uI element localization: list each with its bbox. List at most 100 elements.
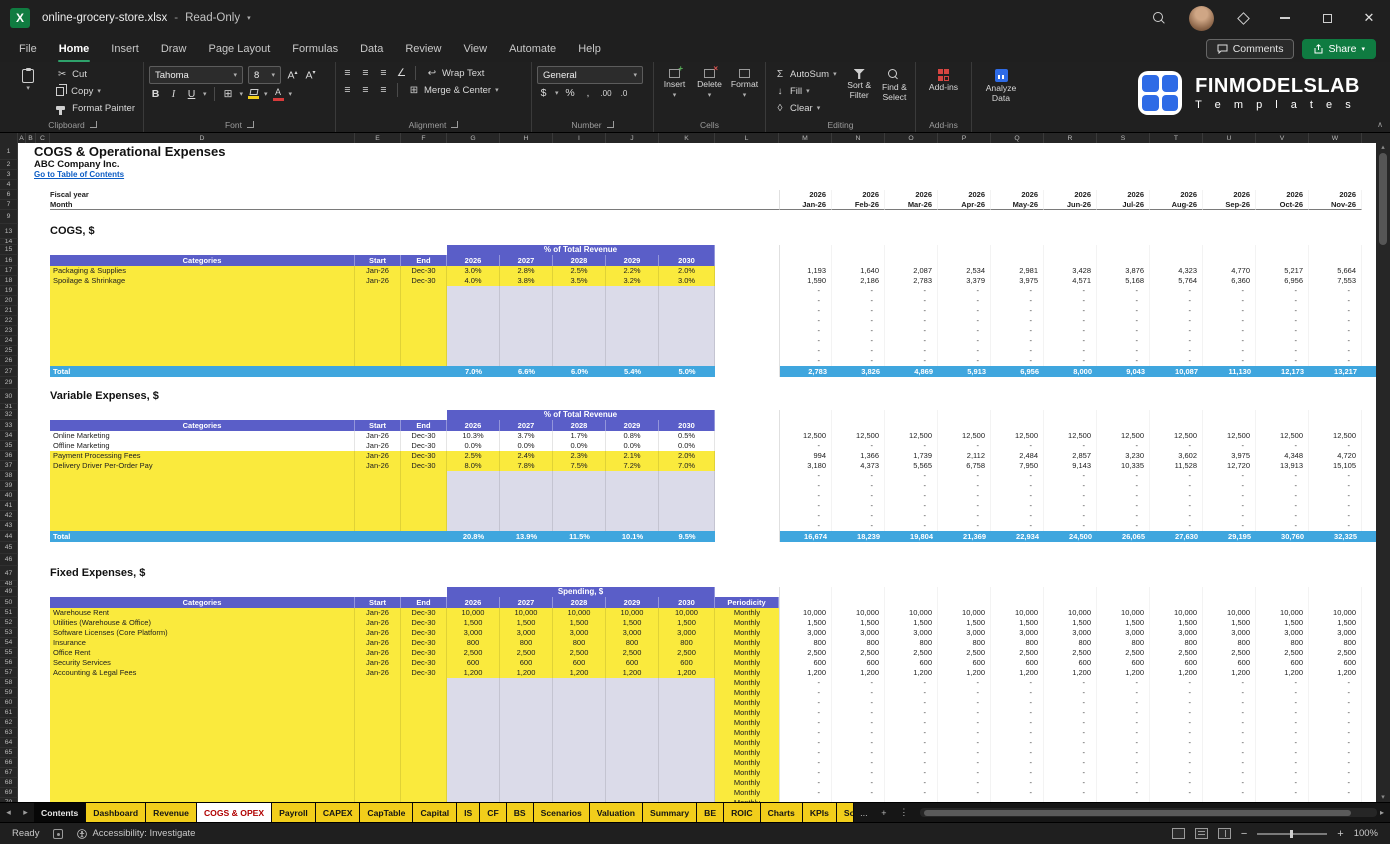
row-header[interactable]: 15 [0, 245, 18, 255]
month-value-cell[interactable]: Jun-26 [1044, 200, 1097, 210]
month-value-cell[interactable]: 6,360 [1203, 276, 1256, 286]
year-value-cell[interactable] [606, 336, 659, 346]
year-value-cell[interactable] [500, 511, 553, 521]
filler-cell[interactable] [1362, 758, 1376, 768]
cell[interactable] [18, 326, 50, 336]
month-value-cell[interactable]: - [779, 778, 832, 788]
month-value-cell[interactable]: 2,484 [991, 451, 1044, 461]
year-value-cell[interactable]: 1,200 [447, 668, 500, 678]
month-value-cell[interactable] [1097, 245, 1150, 255]
year-value-cell[interactable] [500, 758, 553, 768]
cell[interactable] [18, 389, 50, 404]
row-header[interactable]: 62 [0, 718, 18, 728]
start-cell[interactable] [355, 738, 401, 748]
month-value-cell[interactable]: Mar-26 [885, 200, 938, 210]
year-value-cell[interactable]: 3,000 [500, 628, 553, 638]
filler-cell[interactable] [1362, 738, 1376, 748]
row-header[interactable]: 38 [0, 471, 18, 481]
month-value-cell[interactable]: - [832, 758, 885, 768]
periodicity-cell[interactable]: Monthly [715, 688, 779, 698]
table-band-header[interactable]: % of Total Revenue [447, 245, 715, 255]
category-cell[interactable]: Online Marketing [50, 431, 355, 441]
ribbon-tab-automate[interactable]: Automate [498, 36, 567, 62]
month-value-cell[interactable]: - [885, 511, 938, 521]
year-value-cell[interactable] [553, 471, 606, 481]
row-header[interactable]: 56 [0, 658, 18, 668]
month-value-cell[interactable]: 2,500 [1309, 648, 1362, 658]
month-value-cell[interactable]: - [885, 718, 938, 728]
month-value-cell[interactable]: - [1256, 491, 1309, 501]
month-value-cell[interactable]: - [885, 316, 938, 326]
month-value-cell[interactable]: 7,553 [1309, 276, 1362, 286]
month-value-cell[interactable] [832, 597, 885, 608]
month-value-cell[interactable] [779, 597, 832, 608]
month-value-cell[interactable]: - [1044, 688, 1097, 698]
column-header-s[interactable]: S [1097, 133, 1150, 143]
month-value-cell[interactable]: - [991, 306, 1044, 316]
table-header-cell[interactable]: 2028 [553, 420, 606, 431]
month-value-cell[interactable]: - [832, 471, 885, 481]
month-value-cell[interactable]: 29,195 [1203, 531, 1256, 542]
category-cell[interactable] [50, 471, 355, 481]
toc-link[interactable]: Go to Table of Contents [34, 170, 734, 180]
month-value-cell[interactable]: - [1309, 336, 1362, 346]
row-header[interactable]: 17 [0, 266, 18, 276]
month-value-cell[interactable]: - [1309, 471, 1362, 481]
month-value-cell[interactable]: 600 [1044, 658, 1097, 668]
month-value-cell[interactable]: - [1044, 778, 1097, 788]
end-cell[interactable] [401, 356, 447, 366]
end-cell[interactable] [401, 501, 447, 511]
start-cell[interactable] [355, 768, 401, 778]
filler-cell[interactable] [1362, 628, 1376, 638]
start-cell[interactable] [355, 748, 401, 758]
month-value-cell[interactable] [1309, 245, 1362, 255]
year-value-cell[interactable] [553, 491, 606, 501]
month-value-cell[interactable]: 3,000 [832, 628, 885, 638]
sheet-tab-bs[interactable]: BS [507, 803, 534, 822]
month-value-cell[interactable]: - [1150, 728, 1203, 738]
year-value-cell[interactable]: 800 [447, 638, 500, 648]
month-value-cell[interactable] [1097, 255, 1150, 266]
filler-cell[interactable] [1362, 245, 1376, 255]
cell[interactable] [715, 316, 779, 326]
row-header[interactable]: 63 [0, 728, 18, 738]
year-value-cell[interactable]: 2.5% [553, 266, 606, 276]
ribbon-tab-data[interactable]: Data [349, 36, 394, 62]
year-value-cell[interactable]: 600 [553, 658, 606, 668]
month-value-cell[interactable]: 12,500 [1203, 431, 1256, 441]
month-value-cell[interactable]: 3,428 [1044, 266, 1097, 276]
month-value-cell[interactable]: - [991, 738, 1044, 748]
month-value-cell[interactable]: - [1097, 688, 1150, 698]
month-value-cell[interactable]: - [779, 491, 832, 501]
month-value-cell[interactable]: - [1256, 708, 1309, 718]
filler-cell[interactable] [1362, 366, 1376, 377]
comma-button[interactable]: , [582, 87, 595, 99]
month-value-cell[interactable]: - [991, 296, 1044, 306]
end-cell[interactable]: Dec-30 [401, 658, 447, 668]
end-cell[interactable] [401, 708, 447, 718]
sheet-tab-revenue[interactable]: Revenue [146, 803, 197, 822]
close-button[interactable]: ✕ [1348, 0, 1390, 36]
cell[interactable] [715, 461, 779, 471]
row-header[interactable]: 41 [0, 501, 18, 511]
filler-cell[interactable] [1362, 531, 1376, 542]
year-value-cell[interactable]: 2,500 [447, 648, 500, 658]
start-cell[interactable]: Jan-26 [355, 658, 401, 668]
month-value-cell[interactable]: - [1203, 698, 1256, 708]
top-align-button[interactable]: ≡ [341, 67, 354, 79]
month-value-cell[interactable]: - [1150, 326, 1203, 336]
month-value-cell[interactable]: - [832, 481, 885, 491]
row-header[interactable]: 33 [0, 420, 18, 431]
year-value-cell[interactable] [606, 718, 659, 728]
cell[interactable] [18, 728, 50, 738]
year-value-cell[interactable]: 0.0% [447, 441, 500, 451]
filler-cell[interactable] [1362, 698, 1376, 708]
year-value-cell[interactable] [447, 501, 500, 511]
month-value-cell[interactable]: - [938, 286, 991, 296]
month-value-cell[interactable] [1256, 245, 1309, 255]
month-value-cell[interactable]: - [1150, 491, 1203, 501]
start-cell[interactable] [355, 471, 401, 481]
month-value-cell[interactable]: - [885, 788, 938, 798]
month-value-cell[interactable] [885, 410, 938, 420]
month-value-cell[interactable]: 1,500 [832, 618, 885, 628]
